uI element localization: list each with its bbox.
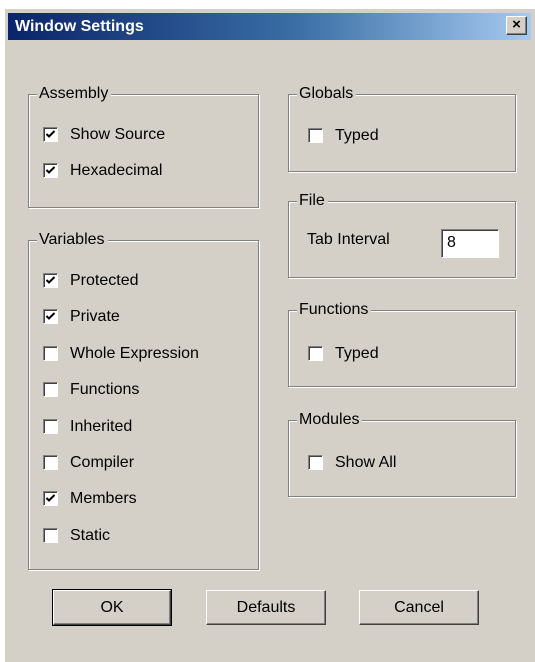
cancel-button[interactable]: Cancel (359, 590, 479, 625)
functions-group: Functions Typed (288, 300, 516, 387)
checkbox-label: Typed (335, 127, 379, 144)
window-title: Window Settings (15, 18, 144, 35)
checkbox-box[interactable] (43, 273, 58, 288)
title-bar: Window Settings × (8, 13, 531, 40)
variables-group-title: Variables (37, 230, 108, 250)
checkbox-box[interactable] (308, 346, 323, 361)
file-group: File Tab Interval 8 (288, 191, 516, 278)
modules-group: Modules Show All (288, 410, 516, 497)
checkmark-icon (45, 312, 56, 320)
checkbox-label: Static (70, 527, 111, 544)
checkbox-box[interactable] (43, 163, 58, 178)
checkbox-box[interactable] (308, 455, 323, 470)
checkmark-icon (45, 494, 56, 502)
checkbox-label: Inherited (70, 418, 133, 435)
checkbox-label: Whole Expression (70, 345, 199, 362)
checkbox-label: Members (70, 490, 137, 507)
checkbox-box[interactable] (43, 309, 58, 324)
checkmark-icon (45, 166, 56, 174)
checkbox-box[interactable] (43, 382, 58, 397)
tab-interval-label: Tab Interval (307, 231, 390, 248)
globals-group-title: Globals (297, 84, 357, 104)
checkbox-label: Typed (335, 345, 379, 362)
checkmark-icon (45, 276, 56, 284)
checkbox-box[interactable] (43, 491, 58, 506)
globals-group: Globals Typed (288, 84, 516, 172)
modules-group-title: Modules (297, 410, 363, 430)
checkmark-icon (45, 130, 56, 138)
checkbox-label: Show Source (70, 126, 166, 143)
checkbox-box[interactable] (43, 528, 58, 543)
functions-group-title: Functions (297, 300, 372, 320)
defaults-button[interactable]: Defaults (206, 590, 326, 625)
checkbox-label: Functions (70, 381, 140, 398)
variables-group: Variables Protected Private Whole Expres… (28, 230, 259, 570)
checkbox-box[interactable] (43, 127, 58, 142)
checkbox-label: Hexadecimal (70, 162, 163, 179)
checkbox-label: Show All (335, 454, 397, 471)
ok-button[interactable]: OK (52, 589, 172, 626)
checkbox-label: Protected (70, 272, 139, 289)
tab-interval-input[interactable]: 8 (441, 229, 499, 258)
checkbox-box[interactable] (308, 128, 323, 143)
assembly-group: Assembly Show Source Hexadecimal (28, 84, 259, 208)
checkbox-box[interactable] (43, 346, 58, 361)
assembly-group-title: Assembly (37, 84, 112, 104)
file-group-title: File (297, 191, 328, 211)
checkbox-label: Compiler (70, 454, 135, 471)
checkbox-box[interactable] (43, 419, 58, 434)
close-icon[interactable]: × (506, 16, 527, 35)
checkbox-label: Private (70, 308, 120, 325)
checkbox-box[interactable] (43, 455, 58, 470)
